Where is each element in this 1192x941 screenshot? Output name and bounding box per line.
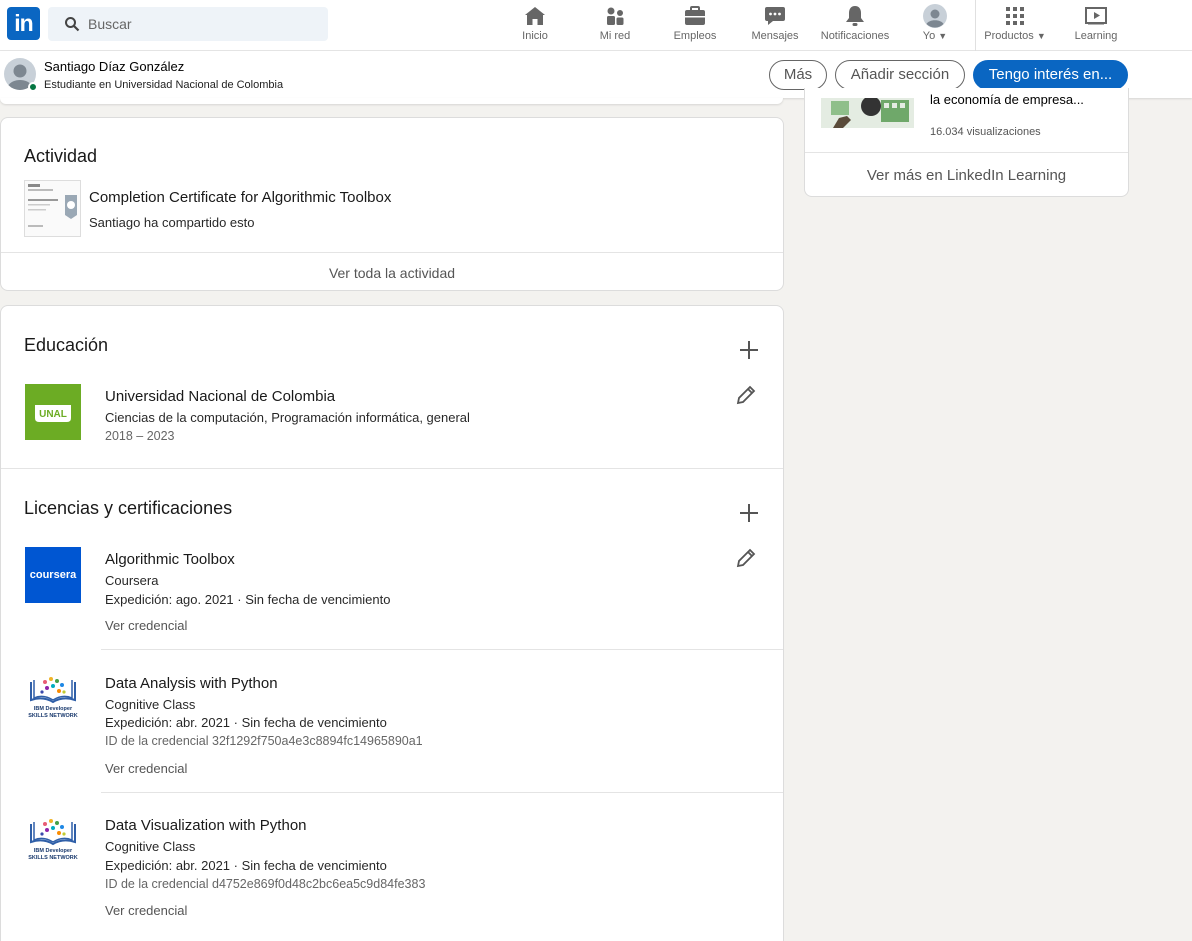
ibm-logo-text: IBM Developer SKILLS NETWORK xyxy=(28,706,78,719)
nav-jobs-label: Empleos xyxy=(673,30,717,42)
network-icon xyxy=(607,7,624,25)
divider xyxy=(101,649,783,650)
degree: Ciencias de la computación, Programación… xyxy=(105,410,470,425)
nav-divider xyxy=(975,0,976,51)
search-input[interactable] xyxy=(88,7,318,41)
license-issued: Expedición: abr. 2021 · Sin fecha de ven… xyxy=(105,715,387,730)
see-all-activity-link[interactable]: Ver toda la actividad xyxy=(1,265,783,281)
online-status-dot xyxy=(28,82,38,92)
ibm-logo-text: IBM Developer SKILLS NETWORK xyxy=(28,848,78,861)
avatar xyxy=(923,4,947,28)
nav-learning-label: Learning xyxy=(1074,30,1118,42)
license-name[interactable]: Data Visualization with Python xyxy=(105,817,307,834)
nav-products[interactable]: Productos ▼ xyxy=(980,4,1050,48)
license-name[interactable]: Data Analysis with Python xyxy=(105,675,278,692)
license-issued: Expedición: ago. 2021 · Sin fecha de ven… xyxy=(105,592,391,607)
see-more-learning-link[interactable]: Ver más en LinkedIn Learning xyxy=(805,167,1128,184)
license-issuer: Cognitive Class xyxy=(105,839,196,854)
grid-icon xyxy=(1006,7,1024,25)
nav-my-network[interactable]: Mi red xyxy=(590,4,640,48)
divider xyxy=(1,468,783,469)
profile-name: Santiago Díaz González xyxy=(44,59,185,74)
previous-card-edge xyxy=(0,98,783,104)
school-name[interactable]: Universidad Nacional de Colombia xyxy=(105,388,335,405)
coursera-logo[interactable]: coursera xyxy=(25,547,81,603)
license-issued: Expedición: abr. 2021 · Sin fecha de ven… xyxy=(105,858,387,873)
add-icon[interactable] xyxy=(739,340,759,360)
license-issuer: Cognitive Class xyxy=(105,697,196,712)
license-name[interactable]: Algorithmic Toolbox xyxy=(105,551,235,568)
nav-me[interactable]: Yo ▼ xyxy=(915,4,955,48)
ibm-skills-network-logo[interactable]: IBM Developer SKILLS NETWORK xyxy=(25,672,81,728)
licenses-title: Licencias y certificaciones xyxy=(24,498,233,518)
more-button[interactable]: Más xyxy=(769,60,827,90)
show-credential-link[interactable]: Ver credencial xyxy=(105,903,187,918)
license-issuer: Coursera xyxy=(105,573,159,588)
edit-pencil-icon[interactable] xyxy=(735,547,757,569)
divider xyxy=(805,152,1128,153)
messaging-icon xyxy=(765,7,785,25)
open-to-button[interactable]: Tengo interés en... xyxy=(973,60,1128,90)
unal-logo-text: UNAL xyxy=(39,409,67,420)
edit-pencil-icon[interactable] xyxy=(735,384,757,406)
post-thumbnail[interactable] xyxy=(24,180,81,237)
credential-id: ID de la credencial 32f1292f750a4e3c8894… xyxy=(105,734,423,748)
divider xyxy=(101,792,783,793)
unal-logo[interactable]: UNAL xyxy=(25,384,81,440)
activity-title: Actividad xyxy=(24,146,98,166)
search-box[interactable] xyxy=(48,7,328,41)
activity-card: Actividad Completion Certificate for Alg… xyxy=(0,117,784,291)
credential-id: ID de la credencial d4752e869f0d48c2bc6e… xyxy=(105,877,426,891)
nav-home-label: Inicio xyxy=(522,30,548,42)
add-icon[interactable] xyxy=(739,503,759,523)
nav-me-label: Yo ▼ xyxy=(915,30,955,42)
nav-my-network-label: Mi red xyxy=(599,30,631,42)
linkedin-logo-icon[interactable]: in xyxy=(7,7,40,40)
search-icon xyxy=(65,17,80,32)
nav-notifications-label: Notificaciones xyxy=(820,30,890,42)
show-credential-link[interactable]: Ver credencial xyxy=(105,761,187,776)
ibm-skills-network-logo[interactable]: IBM Developer SKILLS NETWORK xyxy=(25,814,81,870)
divider xyxy=(1,252,783,253)
nav-jobs[interactable]: Empleos xyxy=(670,4,720,48)
nav-products-label: Productos ▼ xyxy=(980,30,1050,42)
briefcase-icon xyxy=(685,6,705,25)
profile-headline: Estudiante en Universidad Nacional de Co… xyxy=(44,79,284,91)
bell-icon xyxy=(846,6,864,26)
nav-notifications[interactable]: Notificaciones xyxy=(815,4,895,48)
nav-learning[interactable]: Learning xyxy=(1068,4,1124,48)
nav-messaging[interactable]: Mensajes xyxy=(750,4,800,48)
nav-messaging-label: Mensajes xyxy=(751,30,799,42)
chevron-down-icon: ▼ xyxy=(938,31,948,41)
post-title[interactable]: Completion Certificate for Algorithmic T… xyxy=(89,189,391,206)
education-title: Educación xyxy=(24,335,109,355)
chevron-down-icon: ▼ xyxy=(1036,31,1046,41)
nav-home[interactable]: Inicio xyxy=(510,4,560,48)
course-title[interactable]: la economía de empresa... xyxy=(930,92,1084,107)
nav-me-text: Yo xyxy=(922,30,936,42)
learning-card: la economía de empresa... 16.034 visuali… xyxy=(804,88,1129,197)
global-nav: in Inicio Mi red Empleos Mensajes Notifi… xyxy=(0,0,1192,51)
education-dates: 2018 – 2023 xyxy=(105,429,175,443)
course-views: 16.034 visualizaciones xyxy=(930,126,1041,138)
home-icon xyxy=(525,7,545,25)
learning-icon xyxy=(1085,7,1107,25)
nav-products-text: Productos xyxy=(984,30,1034,42)
post-subtitle: Santiago ha compartido esto xyxy=(89,215,255,230)
course-thumbnail[interactable] xyxy=(821,98,914,128)
show-credential-link[interactable]: Ver credencial xyxy=(105,618,187,633)
add-section-button[interactable]: Añadir sección xyxy=(835,60,965,90)
education-licenses-card: Educación UNAL Universidad Nacional de C… xyxy=(0,305,784,941)
